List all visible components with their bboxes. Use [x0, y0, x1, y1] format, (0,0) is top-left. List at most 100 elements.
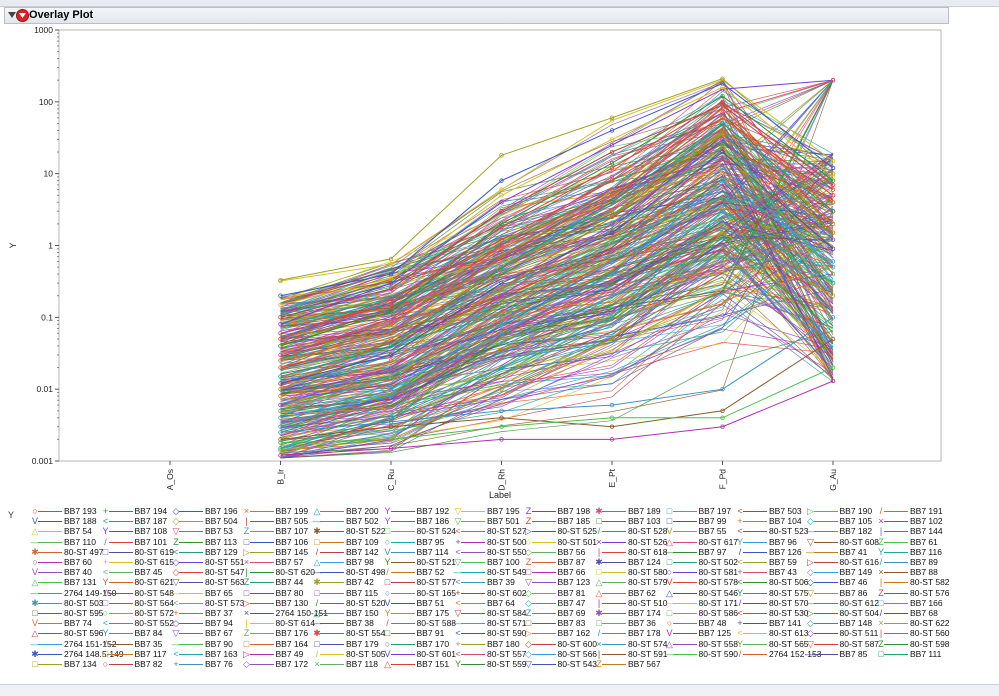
legend-entry[interactable]: + BB7 194 — [101, 506, 167, 516]
red-triangle-menu-icon[interactable] — [16, 9, 29, 22]
legend-entry[interactable]: < BB7 163 — [171, 649, 237, 659]
legend-entry[interactable]: ▽ BB7 86 — [806, 588, 867, 598]
legend-entry[interactable]: ✱ 80-ST 522 — [312, 526, 385, 536]
legend-entry[interactable]: /80-ST 588 — [383, 618, 456, 628]
legend-entry[interactable]: ▽ BB7 67 — [171, 628, 233, 638]
legend-entry[interactable]: ✱ BB7 174 — [594, 608, 660, 618]
legend-entry[interactable]: V 80-ST 578 — [665, 577, 738, 587]
legend-entry[interactable]: / BB7 52 — [383, 567, 444, 577]
legend-entry[interactable]: □ BB7 166 — [876, 598, 942, 608]
legend-entry[interactable]: +80-ST 500 — [453, 537, 526, 547]
legend-entry[interactable]: ◇ BB7 148 — [806, 618, 872, 628]
legend-entry[interactable]: ✱ 80-ST 497 — [30, 547, 103, 557]
legend-entry[interactable]: ◇ BB7 81 — [524, 588, 585, 598]
legend-entry[interactable]: ▽ 80-ST 587 — [806, 639, 879, 649]
legend-entry[interactable]: □ 80-ST 502 — [665, 557, 738, 567]
legend-entry[interactable]: ◇ BB7 172 — [242, 659, 308, 669]
legend-entry[interactable]: ▽ BB7 53 — [171, 526, 233, 536]
legend-entry[interactable]: / BB7 191 — [876, 506, 943, 516]
legend-entry[interactable]: □ 80-ST 564 — [101, 598, 174, 608]
legend-entry[interactable]: △ BB7 200 — [312, 506, 379, 516]
legend-entry[interactable]: | 80-ST 614 — [242, 618, 315, 628]
legend-entry[interactable]: | 80-ST 591 — [594, 649, 668, 659]
legend-entry[interactable]: —80-ST 590 — [665, 649, 738, 659]
legend-entry[interactable]: ✱ BB7 189 — [594, 506, 660, 516]
legend-entry[interactable]: ✱ BB7 42 — [312, 577, 374, 587]
legend-entry[interactable]: Z 80-ST 576 — [876, 588, 949, 598]
legend-entry[interactable]: Z BB7 61 — [876, 537, 938, 547]
legend-entry[interactable]: | 80-ST 582 — [876, 577, 950, 587]
legend-entry[interactable]: ▽ BB7 195 — [453, 506, 520, 516]
legend-entry[interactable]: / BB7 68 — [876, 608, 938, 618]
legend-entry[interactable]: □ BB7 197 — [665, 506, 731, 516]
legend-entry[interactable]: ○ BB7 48 — [665, 618, 727, 628]
legend-entry[interactable]: Y 80-ST 575 — [735, 588, 809, 598]
legend-entry[interactable]: ◇ 80-ST 511 — [806, 628, 878, 638]
legend-entry[interactable]: Y 80-ST 521 — [383, 557, 456, 567]
legend-entry[interactable]: Z BB7 198 — [524, 506, 590, 516]
legend-entry[interactable]: < BB7 129 — [171, 547, 237, 557]
legend-entry[interactable]: △ BB7 150 — [312, 608, 379, 618]
legend-entry[interactable]: + BB7 180 — [453, 639, 519, 649]
legend-entry[interactable]: ◇ BB7 94 — [171, 618, 233, 628]
legend-entry[interactable]: □ BB7 91 — [383, 628, 445, 638]
legend-entry[interactable]: Z BB7 176 — [242, 628, 308, 638]
legend-entry[interactable]: — BB7 97 — [665, 547, 726, 557]
legend-entry[interactable]: Y 80-ST 559 — [453, 659, 527, 669]
legend-entry[interactable]: ▷ 80-ST 525 — [524, 526, 597, 536]
legend-entry[interactable]: —80-ST 549 — [453, 567, 527, 577]
legend-entry[interactable]: /80-ST 528 — [594, 526, 668, 536]
legend-entry[interactable]: V BB7 74 — [30, 618, 92, 628]
legend-entry[interactable]: — BB7 182 — [806, 526, 872, 536]
legend-entry[interactable]: ○ BB7 193 — [30, 506, 96, 516]
legend-entry[interactable]: ○ 80-ST 581 — [665, 567, 738, 577]
legend-entry[interactable]: ◇ BB7 196 — [171, 506, 238, 516]
legend-entry[interactable]: + BB7 141 — [735, 618, 801, 628]
legend-entry[interactable]: ◇ BB7 56 — [524, 547, 585, 557]
legend-entry[interactable]: Y BB7 186 — [383, 516, 449, 526]
legend-entry[interactable]: ▷ 80-ST 616 — [806, 557, 879, 567]
legend-entry[interactable]: | 80-ST 620 — [242, 567, 315, 577]
legend-entry[interactable]: ▽ 80-ST 584 — [453, 608, 527, 618]
legend-entry[interactable]: □ BB7 99 — [665, 516, 727, 526]
legend-entry[interactable]: ◇ 80-ST 547 — [171, 567, 245, 577]
legend-entry[interactable]: — BB7 38 — [312, 618, 374, 628]
legend-entry[interactable]: Z BB7 44 — [242, 577, 304, 587]
legend-entry[interactable]: V BB7 188 — [30, 516, 97, 526]
legend-entry[interactable]: × BB7 102 — [876, 516, 942, 526]
legend-entry[interactable]: <80-ST 573 — [171, 598, 244, 608]
legend-entry[interactable]: □ BB7 66 — [524, 567, 586, 577]
legend-entry[interactable]: Y BB7 192 — [383, 506, 449, 516]
legend-entry[interactable]: Y BB7 96 — [735, 537, 797, 547]
legend-entry[interactable]: × BB7 199 — [242, 506, 308, 516]
overlay-plot-chart[interactable]: 0.001 0.01 0.1 1 10 100 1000 A_Os B_Ir C_Ru D_Rh E_… — [0, 22, 999, 506]
legend-entry[interactable]: ▷ 80-ST 504 — [806, 608, 879, 618]
legend-entry[interactable]: + BB7 76 — [171, 659, 233, 669]
legend-entry[interactable]: <80-ST 552 — [101, 618, 174, 628]
legend-entry[interactable]: × BB7 118 — [312, 659, 378, 669]
legend-entry[interactable]: /80-ST 570 — [735, 598, 809, 608]
legend-entry[interactable]: +80-ST 615 — [101, 557, 174, 567]
legend-entry[interactable]: —80-ST 612 — [806, 598, 879, 608]
legend-entry[interactable]: □ BB7 103 — [594, 516, 660, 526]
legend-entry[interactable]: □ BB7 134 — [30, 659, 96, 669]
legend-entry[interactable]: < BB7 39 — [453, 577, 515, 587]
legend-entry[interactable]: / BB7 178 — [594, 628, 661, 638]
legend-entry[interactable]: ◇ BB7 105 — [806, 516, 872, 526]
legend-entry[interactable]: V BB7 125 — [665, 628, 731, 638]
legend-entry[interactable]: /80-ST 520 — [312, 598, 386, 608]
legend-entry[interactable]: Y BB7 175 — [383, 608, 449, 618]
legend-entry[interactable]: △ 80-ST 617 — [665, 537, 738, 547]
legend-entry[interactable]: ○ 80-ST 572 — [101, 608, 174, 618]
legend-entry[interactable]: ▽ 80-ST 563 — [171, 577, 245, 587]
legend-entry[interactable]: Y BB7 84 — [101, 628, 162, 638]
legend-entry[interactable]: ▷ BB7 190 — [806, 506, 872, 516]
legend-entry[interactable]: <80-ST 506 — [735, 577, 808, 587]
legend-entry[interactable]: ▷ BB7 130 — [242, 598, 308, 608]
legend-entry[interactable]: △ 80-ST 546 — [665, 588, 738, 598]
legend-entry[interactable]: × BB7 88 — [876, 567, 938, 577]
legend-entry[interactable]: □ BB7 164 — [242, 639, 308, 649]
legend-entry[interactable]: Z BB7 87 — [524, 557, 586, 567]
legend-entry[interactable]: /80-ST 505 — [312, 649, 386, 659]
legend-entry[interactable]: ○ BB7 82 — [101, 659, 163, 669]
